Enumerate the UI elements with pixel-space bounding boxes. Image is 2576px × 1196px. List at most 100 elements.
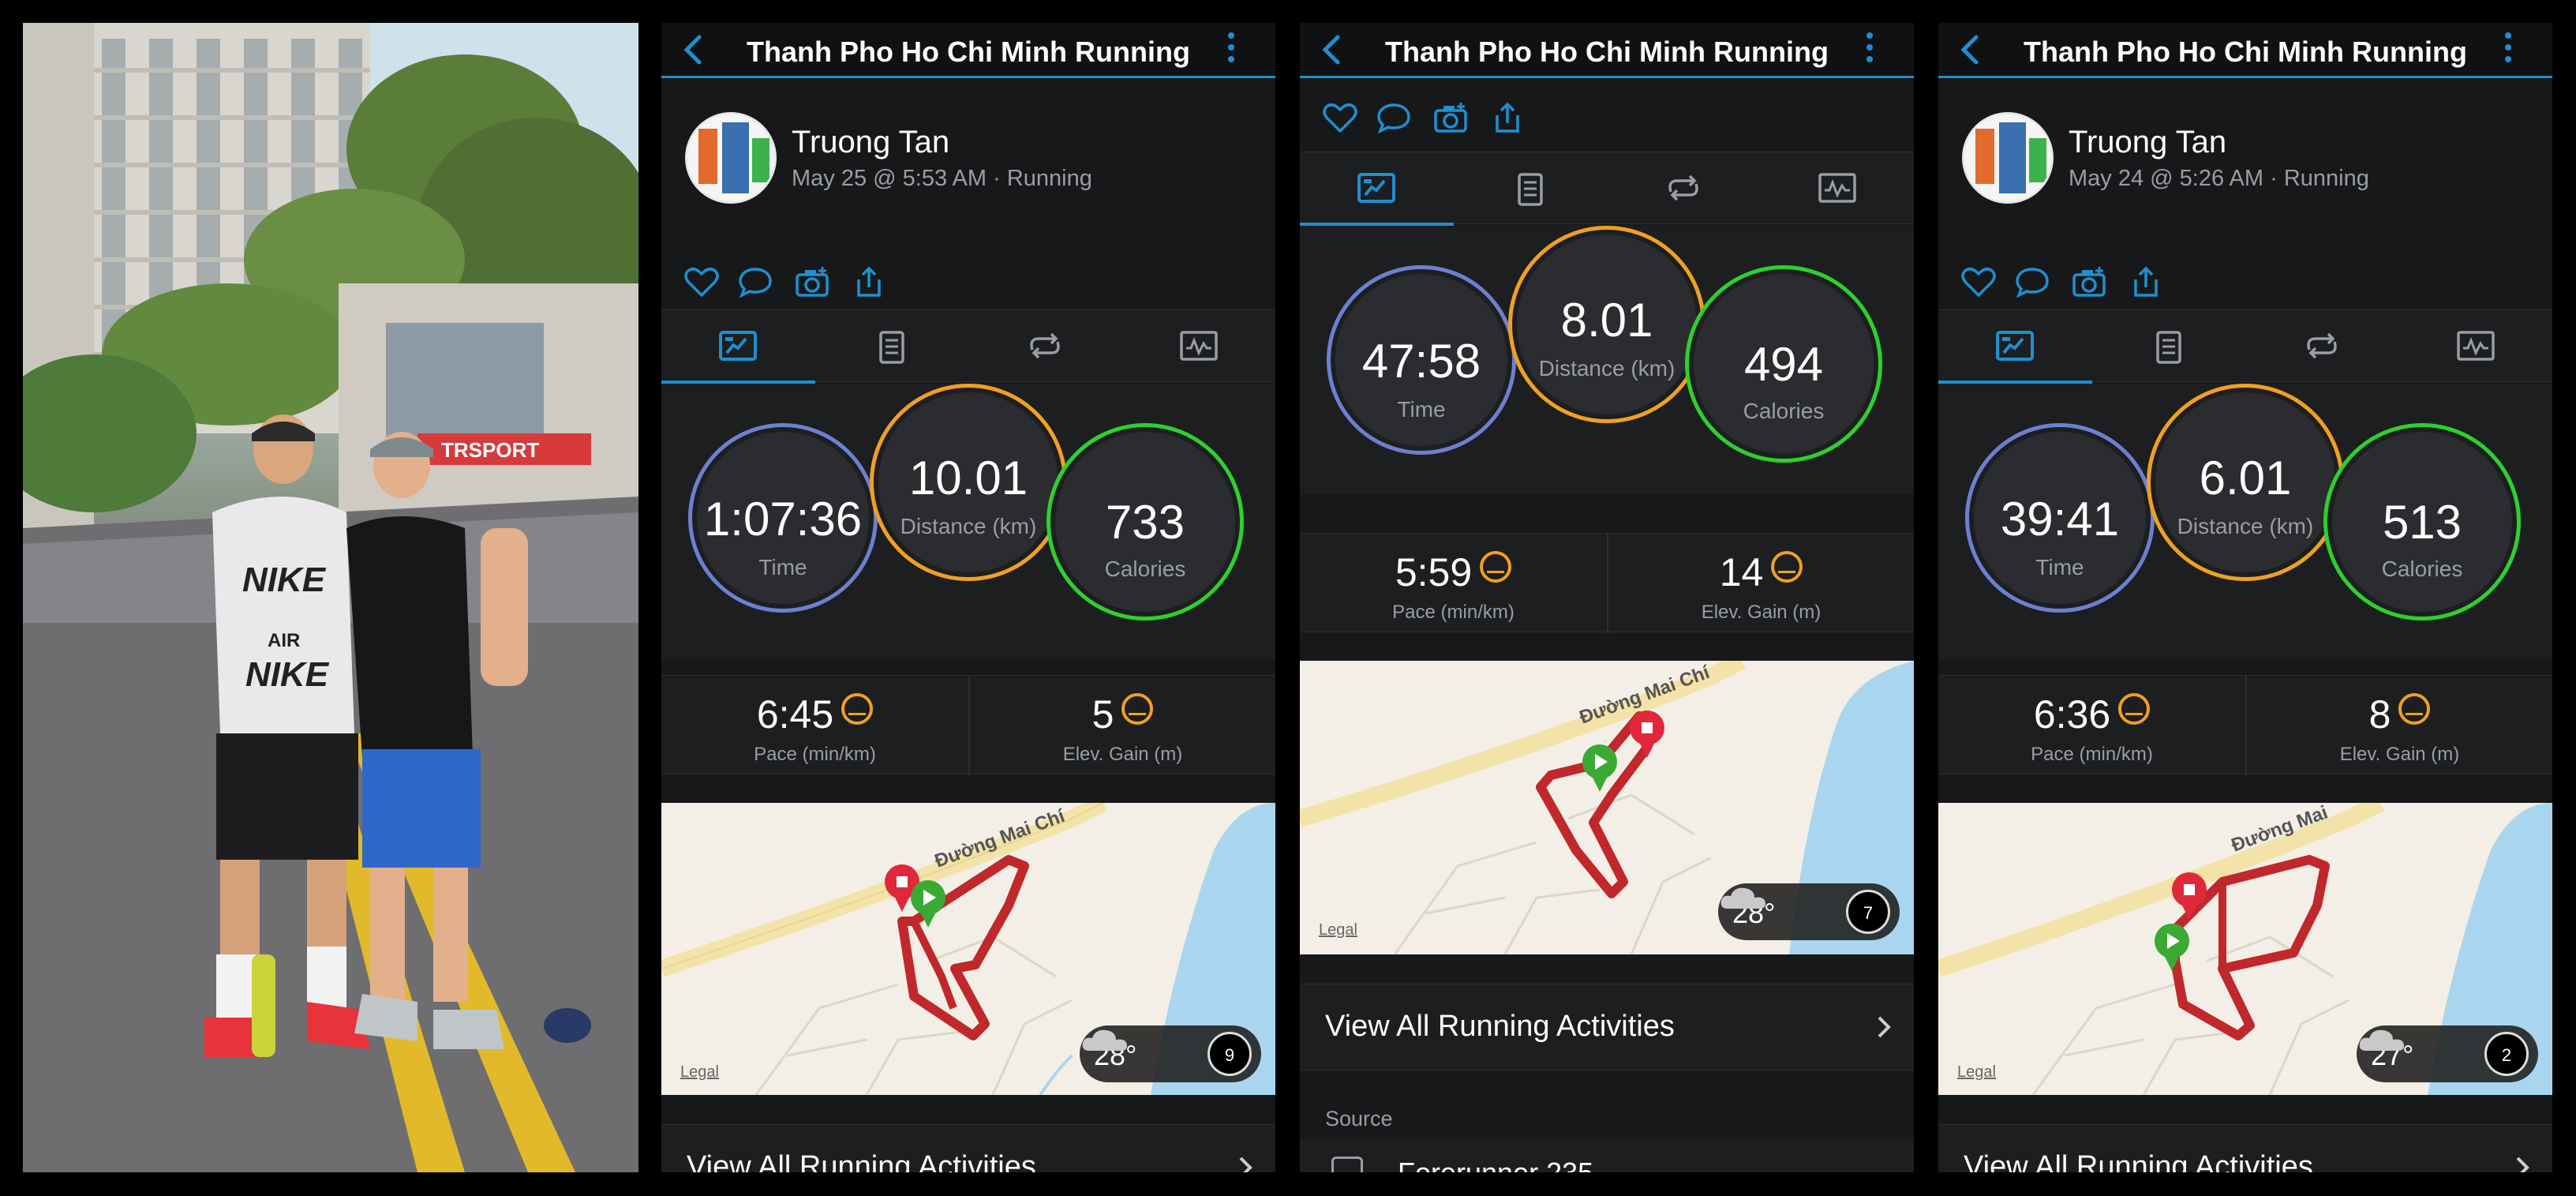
stats-tab-icon: [1996, 331, 2035, 361]
heart-icon[interactable]: [1322, 101, 1358, 134]
distance-value: 10.01: [908, 452, 1028, 504]
cloud-icon: [1082, 1029, 1127, 1051]
moon-phase-value: 9: [1224, 1045, 1235, 1065]
tab-laps[interactable]: [968, 310, 1122, 383]
weather-badge: 27° 2: [2357, 1025, 2538, 1082]
view-all-activities-link[interactable]: View All Running Activities: [661, 1124, 1275, 1172]
pace-metric[interactable]: 6:36 Pace (min/km): [1938, 676, 2245, 775]
share-icon[interactable]: [851, 265, 887, 298]
nav-title: Thanh Pho Ho Chi Minh Running: [747, 36, 1190, 68]
nav-bar: Thanh Pho Ho Chi Minh Running: [661, 23, 1275, 78]
pace-elevation-row: 6:36 Pace (min/km) 8 Elev. Gain (m): [1938, 675, 2552, 775]
distance-ring: 6.01 Distance (km): [2147, 384, 2344, 581]
elev-label: Elev. Gain (m): [1062, 744, 1183, 765]
elevation-metric[interactable]: 5 Elev. Gain (m): [968, 676, 1275, 775]
avatar[interactable]: [1962, 112, 2054, 204]
social-actions: [1938, 254, 2552, 309]
route-map[interactable]: Đường Mai Legal 27° 2: [1938, 803, 2552, 1095]
avatar[interactable]: [685, 112, 777, 204]
calories-ring: 494 Calories: [1685, 265, 1882, 463]
store-sign: TRSPORT: [441, 438, 539, 462]
pace-metric[interactable]: 5:59 Pace (min/km): [1300, 534, 1607, 633]
activity-header: Truong Tan May 24 @ 5:26 AM · Running: [1938, 81, 2552, 254]
activity-tabs: [1300, 152, 1915, 226]
elev-label: Elev. Gain (m): [1701, 602, 1822, 623]
vertical-dots-icon[interactable]: [2502, 28, 2514, 72]
elevation-metric[interactable]: 14 Elev. Gain (m): [1607, 534, 1914, 633]
tab-chart[interactable]: [1122, 310, 1276, 383]
source-label: Source: [1325, 1107, 1393, 1130]
moon-phase-value: 7: [1863, 903, 1874, 923]
share-icon[interactable]: [2128, 265, 2164, 298]
legal-link[interactable]: Legal: [1957, 1063, 1996, 1082]
elevation-metric[interactable]: 8 Elev. Gain (m): [2245, 676, 2552, 775]
laps-tab-icon: [1668, 174, 1698, 201]
time-label: Time: [758, 555, 807, 579]
view-all-label: View All Running Activities: [1325, 1010, 1675, 1043]
pace-metric[interactable]: 6:45 Pace (min/km): [661, 676, 968, 775]
route-map[interactable]: Đường Mai Chí Legal 28° 7: [1300, 661, 1914, 954]
elev-value: 5: [1091, 692, 1114, 737]
heart-icon[interactable]: [1960, 265, 1997, 298]
camera-icon[interactable]: [1432, 101, 1469, 134]
view-all-activities-link[interactable]: View All Running Activities: [1300, 984, 1914, 1070]
legal-link[interactable]: Legal: [1319, 921, 1357, 939]
calories-ring: 733 Calories: [1046, 423, 1244, 620]
chart-tab-icon: [1180, 331, 1218, 361]
pace-label: Pace (min/km): [1392, 602, 1515, 623]
chart-tab-icon: [2457, 331, 2495, 361]
chart-tab-icon: [1818, 173, 1856, 203]
laps-tab-icon: [2307, 332, 2337, 359]
tab-details[interactable]: [815, 310, 969, 383]
social-actions: [1300, 90, 1914, 145]
heart-icon[interactable]: [683, 265, 720, 298]
activity-tabs: [661, 309, 1276, 384]
source-device-row[interactable]: Forerunner 235: [1300, 1139, 1914, 1172]
moon-phase-value: 2: [2501, 1045, 2512, 1065]
pace-value: 6:36: [2033, 692, 2111, 737]
tab-laps[interactable]: [2245, 310, 2399, 383]
speech-bubble-icon[interactable]: [1376, 101, 1412, 134]
heart-rate-icon: [1121, 693, 1154, 725]
view-all-activities-link[interactable]: View All Running Activities: [1938, 1124, 2552, 1172]
social-actions: [661, 254, 1275, 309]
legal-link[interactable]: Legal: [680, 1063, 719, 1082]
vertical-dots-icon[interactable]: [1863, 28, 1876, 72]
tab-details[interactable]: [1454, 152, 1608, 225]
tab-chart[interactable]: [1761, 152, 1915, 225]
speech-bubble-icon[interactable]: [2014, 265, 2050, 298]
distance-label: Distance (km): [900, 514, 1037, 538]
tab-laps[interactable]: [1607, 152, 1761, 225]
tab-chart[interactable]: [2399, 310, 2553, 383]
time-ring: 1:07:36 Time: [688, 423, 878, 613]
elev-value: 8: [2368, 692, 2391, 737]
chevron-right-icon: [1878, 1016, 1891, 1038]
speech-bubble-icon[interactable]: [737, 265, 773, 298]
route-map[interactable]: Đường Mai Chí Legal 28° 9: [661, 803, 1275, 1095]
heart-rate-icon: [2398, 693, 2431, 725]
calories-label: Calories: [1104, 557, 1186, 581]
calories-value: 733: [1105, 496, 1185, 549]
user-name[interactable]: Truong Tan: [2069, 125, 2226, 160]
camera-icon[interactable]: [794, 265, 830, 298]
tab-stats[interactable]: [1300, 152, 1454, 226]
calories-label: Calories: [1743, 399, 1825, 423]
activity-screen-2: Thanh Pho Ho Chi Minh Running 47:58 Time…: [1300, 23, 1914, 1172]
group-photo: TRSPORT NIKE AIR NIKE: [23, 23, 638, 1172]
tab-stats[interactable]: [661, 310, 815, 384]
time-label: Time: [2035, 555, 2084, 579]
summary-stats: 39:41 Time 6.01 Distance (km) 513 Calori…: [1938, 384, 2552, 660]
tab-stats[interactable]: [1938, 310, 2092, 384]
calories-value: 513: [2382, 496, 2462, 549]
tab-details[interactable]: [2092, 310, 2246, 383]
share-icon[interactable]: [1489, 101, 1526, 134]
chevron-right-icon: [2516, 1157, 2529, 1172]
moon-phase-icon: 2: [2484, 1032, 2529, 1076]
view-all-label: View All Running Activities: [1964, 1150, 2313, 1172]
vertical-dots-icon[interactable]: [1225, 28, 1237, 72]
user-name[interactable]: Truong Tan: [792, 125, 949, 160]
camera-icon[interactable]: [2071, 265, 2107, 298]
source-device-name: Forerunner 235: [1398, 1157, 1593, 1172]
shirt-text-2: AIR: [268, 630, 300, 651]
heart-rate-icon: [841, 693, 874, 725]
